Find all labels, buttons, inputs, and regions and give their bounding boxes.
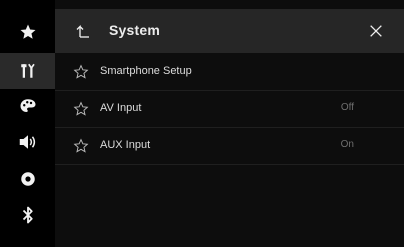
page-title: System — [109, 22, 161, 38]
star-outline-icon[interactable] — [73, 138, 89, 154]
sidebar — [0, 0, 55, 247]
list-item-label: Smartphone Setup — [100, 65, 192, 77]
star-outline-icon[interactable] — [73, 64, 89, 80]
list-item[interactable]: Smartphone Setup — [55, 54, 404, 91]
sidebar-item-bluetooth[interactable] — [0, 197, 55, 233]
display-circle-icon — [20, 172, 35, 186]
sidebar-item-audio[interactable] — [0, 124, 55, 160]
sidebar-item-settings[interactable] — [0, 53, 55, 89]
list-item[interactable]: AUX Input On — [55, 128, 404, 165]
list-item-value: On — [340, 139, 354, 150]
sidebar-item-theme[interactable] — [0, 88, 55, 124]
list-item-label: AUX Input — [100, 139, 151, 151]
list-item-label: AV Input — [100, 102, 142, 114]
list-item-value: Off — [340, 102, 354, 113]
audio-speaker-icon — [19, 135, 35, 149]
bluetooth-icon — [22, 206, 33, 224]
main-panel: System Smartphone Setup AV Input Off AUX… — [55, 0, 404, 247]
star-icon — [20, 24, 35, 39]
theme-palette-icon — [20, 99, 35, 112]
star-outline-icon[interactable] — [73, 101, 89, 117]
sidebar-item-favorites[interactable] — [0, 14, 55, 50]
header-bar: System — [55, 9, 404, 53]
back-arrow-icon — [76, 24, 89, 38]
settings-tools-icon — [20, 63, 35, 78]
sidebar-item-display[interactable] — [0, 161, 55, 197]
list-item[interactable]: AV Input Off — [55, 91, 404, 128]
close-button[interactable] — [362, 17, 390, 45]
close-icon — [370, 25, 382, 37]
back-button[interactable] — [69, 17, 97, 45]
